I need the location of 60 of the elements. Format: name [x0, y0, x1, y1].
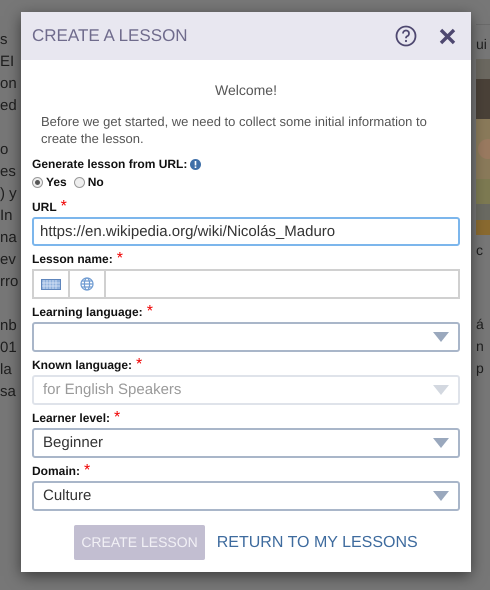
background-text: la: [0, 360, 13, 380]
welcome-text: Welcome!: [214, 81, 278, 100]
background-text: ed: [0, 96, 18, 116]
caret-icon: [433, 491, 449, 501]
keyboard-button[interactable]: [32, 269, 68, 299]
dropdown-value: Beginner: [43, 432, 104, 453]
dialog-title: CREATE A LESSON: [32, 25, 189, 48]
caret-icon: [433, 438, 449, 448]
radio-option[interactable]: Yes: [32, 173, 67, 191]
close-icon[interactable]: [439, 28, 456, 44]
field-label: Learner level:: [32, 410, 110, 427]
background-text: ev: [0, 250, 17, 270]
background-text: n: [476, 337, 485, 356]
background-text: rro: [0, 272, 18, 292]
background-text: EI: [0, 52, 16, 72]
background-text: o: [0, 140, 10, 160]
lesson-name-field[interactable]: [104, 269, 460, 299]
background-text: ) y: [0, 184, 18, 204]
radio-button[interactable]: [74, 176, 85, 188]
background-text: on: [0, 74, 18, 94]
info-icon[interactable]: [190, 158, 202, 170]
url-field[interactable]: https://en.wikipedia.org/wiki/Nicolás_Maduro: [32, 217, 460, 246]
required-mark: *: [146, 302, 153, 322]
keyboard-icon: [41, 278, 61, 290]
caret-icon: [433, 385, 449, 395]
return-link[interactable]: RETURN TO MY LESSONS: [216, 525, 418, 560]
required-mark: *: [116, 249, 123, 269]
background-text: 01: [0, 338, 18, 358]
field-label: Known language:: [32, 357, 132, 374]
background-text: s: [0, 30, 8, 50]
radio-button[interactable]: [32, 176, 43, 188]
background-text: c: [476, 241, 484, 260]
field-label: Domain:: [32, 463, 80, 480]
required-mark: *: [136, 355, 142, 375]
field-label: URL: [32, 199, 57, 216]
globe-button[interactable]: [68, 269, 104, 299]
background-text: ui: [476, 35, 488, 54]
field-label: Learning language:: [32, 304, 143, 321]
background-text: In: [0, 206, 14, 226]
globe-icon: [80, 277, 94, 291]
background-text: es: [0, 162, 17, 182]
help-icon[interactable]: [395, 25, 417, 47]
background-text: sa: [0, 382, 17, 402]
background-text: na: [0, 228, 18, 248]
intro-text: Before we get started, we need to collect some initial information to create the lesson.: [40, 113, 428, 147]
dropdown[interactable]: Culture: [32, 481, 460, 511]
dropdown-value: for English Speakers: [43, 380, 182, 400]
required-mark: *: [114, 408, 120, 428]
dropdown-value: Culture: [43, 486, 92, 506]
radio-option[interactable]: No: [74, 173, 104, 191]
required-mark: *: [60, 197, 67, 217]
background-text: nb: [0, 316, 18, 336]
background-text: p: [476, 359, 485, 378]
generate-label: Generate lesson from URL:: [32, 156, 188, 173]
required-mark: *: [84, 461, 90, 481]
dropdown[interactable]: Beginner: [32, 428, 460, 458]
caret-icon: [433, 332, 449, 342]
field-label: Lesson name:: [32, 251, 113, 268]
background-text: á: [476, 315, 485, 334]
dropdown[interactable]: [32, 322, 460, 352]
